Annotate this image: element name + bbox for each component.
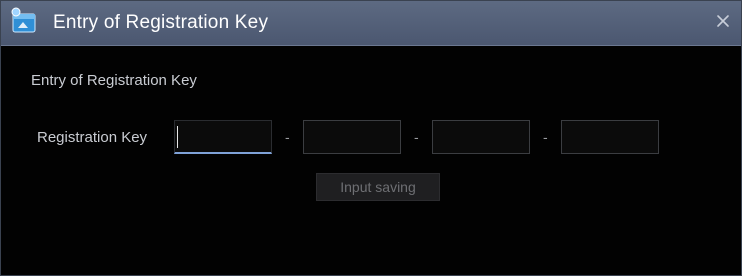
registration-key-field-2[interactable] (303, 120, 401, 154)
close-icon (717, 15, 729, 27)
key-separator: - (285, 129, 290, 145)
key-separator: - (414, 129, 419, 145)
registration-key-field-3[interactable] (432, 120, 530, 154)
input-saving-button[interactable]: Input saving (316, 173, 440, 201)
registration-key-field-4[interactable] (561, 120, 659, 154)
registration-key-label: Registration Key (37, 129, 148, 146)
registration-key-field-1[interactable] (174, 120, 272, 154)
registration-key-dialog: Entry of Registration Key Entry of Regis… (0, 0, 742, 276)
key-separator: - (543, 129, 548, 145)
close-button[interactable] (713, 11, 733, 31)
app-window-icon (7, 6, 39, 38)
section-title: Entry of Registration Key (31, 72, 197, 89)
text-cursor (177, 126, 178, 148)
window-title: Entry of Registration Key (53, 12, 269, 33)
title-bar[interactable]: Entry of Registration Key (1, 1, 741, 46)
